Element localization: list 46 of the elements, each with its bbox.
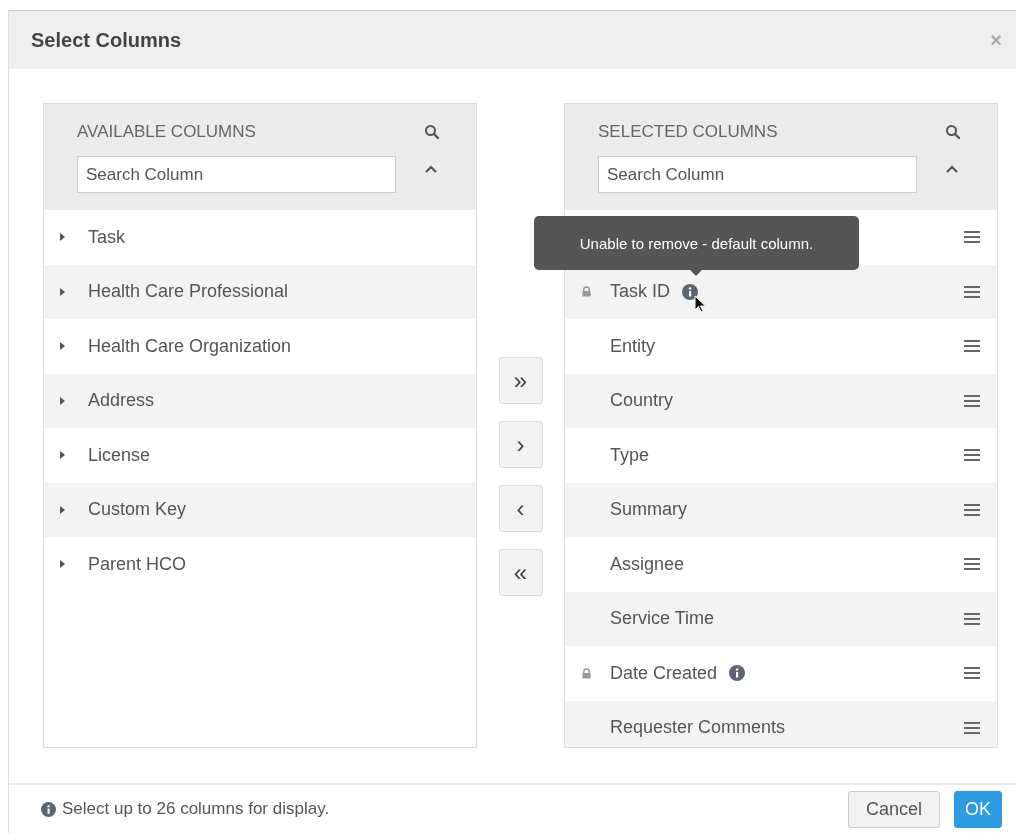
expand-icon[interactable] — [60, 395, 66, 406]
collapse-icon[interactable] — [424, 163, 438, 174]
search-icon[interactable] — [424, 124, 440, 140]
selected-column-item[interactable]: Service Time — [565, 591, 997, 646]
cancel-button[interactable]: Cancel — [848, 790, 940, 828]
selected-column-item[interactable]: Summary — [565, 482, 997, 537]
tooltip-pointer-icon — [690, 270, 702, 276]
drag-handle-icon[interactable] — [964, 667, 980, 680]
info-icon[interactable] — [729, 665, 746, 682]
expand-icon[interactable] — [60, 341, 66, 352]
transfer-button[interactable]: « — [498, 549, 543, 596]
transfer-button[interactable]: ‹ — [498, 485, 543, 532]
column-item[interactable]: Address — [44, 373, 476, 428]
panel-heading: AVAILABLE COLUMNS — [77, 122, 256, 142]
column-item[interactable]: Custom Key — [44, 482, 476, 537]
drag-handle-icon[interactable] — [964, 394, 980, 407]
search-field[interactable]: Search Column — [77, 156, 396, 193]
column-item[interactable]: Health Care Professional — [44, 264, 476, 319]
info-icon[interactable] — [682, 283, 698, 300]
expand-icon[interactable] — [60, 286, 66, 297]
expand-icon[interactable] — [60, 504, 66, 515]
transfer-button[interactable]: » — [498, 357, 543, 404]
drag-handle-icon[interactable] — [964, 231, 980, 244]
mouse-pointer-icon — [694, 295, 706, 313]
drag-handle-icon[interactable] — [964, 449, 980, 462]
drag-handle-icon[interactable] — [964, 503, 980, 516]
selected-column-item[interactable]: Country — [565, 373, 997, 428]
drag-handle-icon[interactable] — [964, 721, 980, 734]
expand-icon[interactable] — [60, 450, 66, 461]
dialog-title: Select Columns — [31, 28, 182, 52]
panel-heading: SELECTED COLUMNS — [598, 122, 778, 142]
search-field[interactable]: Search Column — [598, 156, 917, 193]
expand-icon[interactable] — [60, 559, 66, 570]
drag-handle-icon[interactable] — [964, 285, 980, 298]
selected-column-item[interactable]: Task ID — [565, 264, 997, 319]
info-icon — [41, 801, 56, 817]
search-icon[interactable] — [945, 124, 961, 140]
drag-handle-icon[interactable] — [964, 558, 980, 571]
transfer-button[interactable]: › — [498, 421, 543, 468]
selected-column-item[interactable]: Requester Comments — [565, 700, 997, 747]
tooltip: Unable to remove - default column. — [534, 216, 859, 270]
drag-handle-icon[interactable] — [964, 340, 980, 353]
drag-handle-icon[interactable] — [964, 612, 980, 625]
footer-text: Select up to 26 columns for display. — [62, 799, 330, 819]
collapse-icon[interactable] — [945, 163, 959, 174]
expand-icon[interactable] — [60, 232, 66, 243]
